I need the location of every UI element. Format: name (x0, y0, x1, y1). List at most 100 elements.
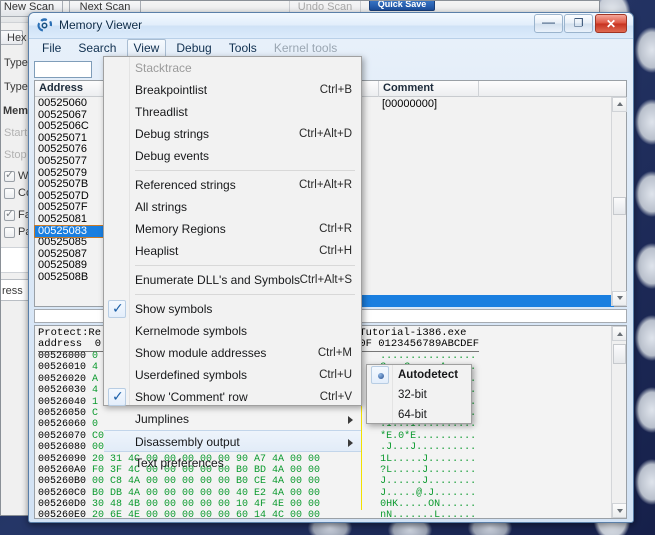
close-button[interactable]: ✕ (595, 14, 627, 33)
hexview-row-address: 005260B0 (38, 476, 93, 488)
type-label-1: Type (4, 57, 28, 69)
view-dropdown-menu: Stacktrace Breakpointlist Ctrl+B Threadlist… (103, 56, 362, 470)
scroll-up-button[interactable] (612, 97, 627, 112)
menu-item-label: Jumplines (135, 412, 190, 426)
hexview-row-address: 005260C0 (38, 487, 93, 499)
menu-item-label: Userdefined symbols (135, 368, 248, 382)
type-label-2: Type (4, 81, 28, 93)
menu-item-threadlist[interactable]: Threadlist (104, 101, 361, 123)
menu-item-label: Debug strings (135, 127, 210, 141)
start-label: Start (4, 127, 28, 139)
hexview-scroll-up-button[interactable] (612, 326, 626, 341)
menu-item-shortcut: Ctrl+B (319, 84, 352, 96)
menu-item-label: Enumerate DLL's and Symbols (135, 273, 301, 287)
hexview-row-bytes: B0 DB 4A 00 00 00 00 00 40 E2 4A 00 00 (92, 487, 369, 499)
address-row[interactable]: 00525081 (35, 213, 109, 226)
address-row[interactable]: 00525077 (35, 155, 109, 168)
menu-item-show-module-addresses[interactable]: Show module addresses Ctrl+M (104, 342, 361, 364)
address-row[interactable]: 00525060 (35, 97, 109, 110)
menu-item-kernelmode-symbols[interactable]: Kernelmode symbols (104, 320, 361, 342)
fast-scan-checkbox[interactable] (4, 207, 15, 221)
cheat-engine-icon (37, 18, 53, 32)
menu-item-shortcut: Ctrl+H (319, 245, 352, 257)
hexview-row-ascii: J.....@.J....... (368, 487, 477, 499)
menu-item-label: All strings (135, 200, 188, 214)
menu-item-show-symbols[interactable]: Show symbols (104, 298, 361, 320)
menu-item-show-comment-row[interactable]: Show 'Comment' row Ctrl+V (104, 386, 361, 408)
submenu-item-32-bit[interactable]: 32-bit (367, 385, 471, 405)
writable-checkbox[interactable] (4, 168, 15, 182)
submenu-item-label: 32-bit (398, 389, 427, 401)
menu-separator (135, 294, 355, 295)
hexview-row-address: 00526030 (38, 385, 93, 397)
hexview-row-ascii: 1L.....J........ (368, 453, 477, 465)
address-row[interactable]: 00525085 (35, 237, 109, 249)
hexview-row-address: 00526060 (38, 419, 93, 431)
maximize-button[interactable]: ❐ (564, 14, 593, 33)
menu-item-jumplines[interactable]: Jumplines (104, 408, 361, 430)
menu-file[interactable]: File (35, 39, 68, 59)
comment-cell-value: [00000000] (382, 98, 438, 110)
hexview-row-bytes: 20 6E 4E 00 00 00 00 00 60 14 4C 00 00 (92, 510, 369, 519)
submenu-item-autodetect[interactable]: Autodetect (367, 365, 471, 385)
search-input[interactable] (34, 61, 92, 78)
hexview-row-ascii: ?L.....J........ (368, 464, 477, 476)
hexview-row-ascii: *E.0*E.......... (368, 430, 477, 442)
menu-item-label: Show module addresses (135, 346, 267, 360)
menu-separator (135, 170, 355, 171)
chevron-right-icon (348, 439, 353, 447)
minimize-button[interactable]: — (534, 14, 563, 33)
quick-save-button[interactable]: Quick Save (369, 1, 435, 11)
menu-item-debug-strings[interactable]: Debug strings Ctrl+Alt+D (104, 123, 361, 145)
hexview-row[interactable]: 005260B0 00 C8 4A 00 00 00 00 00 B0 CE 4… (38, 476, 476, 487)
submenu-item-64-bit[interactable]: 64-bit (367, 405, 471, 425)
hexview-row[interactable]: 005260D0 30 48 4B 00 00 00 00 00 10 4F 4… (38, 499, 476, 510)
disassembler-scrollbar[interactable] (611, 97, 627, 306)
menu-item-referenced-strings[interactable]: Referenced strings Ctrl+Alt+R (104, 174, 361, 196)
hexview-row-address: 005260E0 (38, 510, 93, 519)
menu-item-label: Threadlist (135, 105, 188, 119)
column-header-extra[interactable] (479, 81, 614, 97)
menu-item-label: Stacktrace (135, 61, 192, 75)
hexview-scroll-down-button[interactable] (612, 503, 626, 518)
hexview-row-address: 00526080 (38, 442, 93, 454)
disassembly-output-submenu: Autodetect 32-bit 64-bit (366, 364, 472, 424)
hexview-row-ascii: .J...J.......... (368, 442, 477, 454)
hexview-row-address: 00526040 (38, 396, 93, 408)
hexview-row[interactable]: 005260E0 20 6E 4E 00 00 00 00 00 60 14 4… (38, 510, 476, 519)
menu-item-shortcut: Ctrl+R (319, 223, 352, 235)
menu-item-label: Text preferences (135, 456, 224, 470)
hex-label: Hex (7, 32, 27, 44)
chevron-up-icon (617, 102, 623, 106)
memory-viewer-titlebar[interactable]: Memory Viewer — ❐ ✕ (29, 13, 633, 39)
hexview-scrollbar-thumb[interactable] (613, 344, 626, 364)
menu-item-debug-events[interactable]: Debug events (104, 145, 361, 167)
menu-item-all-strings[interactable]: All strings (104, 196, 361, 218)
menu-item-enumerate-dll-s-and-symbols[interactable]: Enumerate DLL's and Symbols Ctrl+Alt+S (104, 269, 361, 291)
menu-item-shortcut: Ctrl+M (317, 347, 352, 359)
menu-item-label: Disassembly output (135, 435, 240, 449)
menu-item-userdefined-symbols[interactable]: Userdefined symbols Ctrl+U (104, 364, 361, 386)
address-row[interactable]: 0052507B (35, 179, 109, 191)
menu-item-shortcut: Ctrl+Alt+D (298, 128, 352, 140)
menu-item-breakpointlist[interactable]: Breakpointlist Ctrl+B (104, 79, 361, 101)
menu-separator (135, 265, 355, 266)
minimize-icon: — (542, 14, 555, 30)
column-header-comment[interactable]: Comment (379, 81, 479, 97)
hexview-row-address: 00526000 (38, 351, 93, 362)
menu-item-label: Show symbols (135, 302, 213, 316)
address-row[interactable]: 0052508B (35, 271, 109, 284)
menu-item-text-preferences[interactable]: Text preferences (104, 452, 361, 474)
pause-checkbox[interactable] (4, 227, 15, 238)
memory-label: Mem (3, 105, 29, 117)
menu-item-heaplist[interactable]: Heaplist Ctrl+H (104, 240, 361, 262)
window-title: Memory Viewer (59, 18, 143, 32)
menu-item-disassembly-output[interactable]: Disassembly output (104, 430, 361, 452)
hexview-scrollbar[interactable] (611, 326, 626, 518)
column-header-address[interactable]: Address (35, 81, 109, 97)
scrollbar-thumb[interactable] (613, 197, 626, 215)
hexview-row[interactable]: 005260C0 B0 DB 4A 00 00 00 00 00 40 E2 4… (38, 488, 476, 499)
copy-on-write-checkbox[interactable] (4, 188, 15, 199)
menu-item-memory-regions[interactable]: Memory Regions Ctrl+R (104, 218, 361, 240)
scroll-down-button[interactable] (612, 291, 627, 306)
